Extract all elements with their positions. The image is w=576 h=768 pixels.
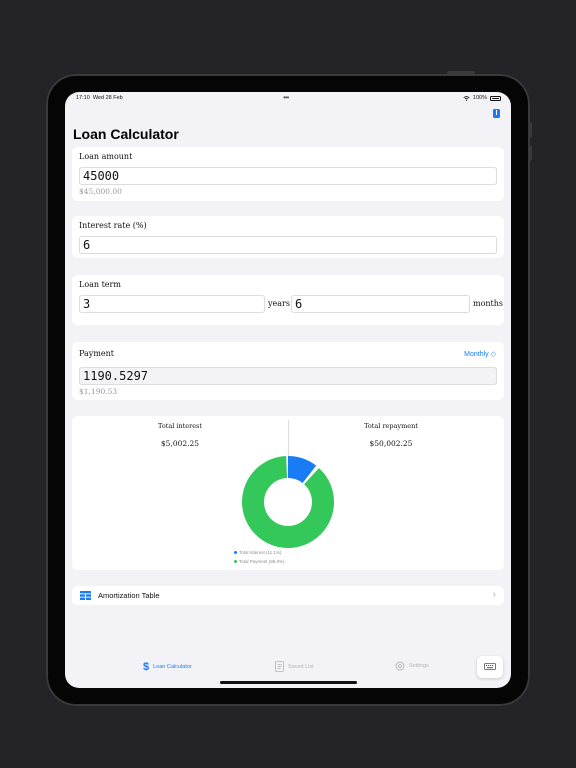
payment-value: 1190.5297 [79, 367, 497, 385]
status-bar: 17:10 Wed 28 Feb ••• 100% [65, 92, 511, 104]
payment-formatted: $1,190.53 [79, 387, 118, 396]
loan-amount-card: Loan amount 45000 $45,000.00 [72, 147, 504, 201]
loan-amount-label: Loan amount [79, 152, 133, 161]
list-icon [275, 661, 284, 672]
app-screen: 17:10 Wed 28 Feb ••• 100% Loan Calculato… [65, 92, 511, 688]
months-unit: months [473, 299, 504, 308]
page-title: Loan Calculator [73, 126, 179, 142]
table-icon [80, 591, 91, 600]
legend-payment-swatch [234, 560, 237, 563]
tab-bar: $ Loan Calculator Saved List Settings [65, 658, 511, 680]
multitasking-dots-icon[interactable]: ••• [283, 93, 289, 102]
legend-interest: Total Interest (11.1%) [234, 550, 281, 555]
tab-settings[interactable]: Settings [395, 661, 429, 671]
home-indicator [220, 681, 357, 684]
legend-payment: Total Payment (88.9%) [234, 559, 285, 564]
years-unit: years [268, 299, 290, 308]
interest-rate-input[interactable]: 6 [79, 236, 497, 254]
loan-term-years-input[interactable]: 3 [79, 295, 265, 313]
loan-term-card: Loan term 3 years 6 months [72, 275, 504, 325]
summary-card: Total interest $5,002.25 Total repayment… [72, 416, 504, 570]
amortization-row[interactable]: Amortization Table › [72, 586, 504, 605]
keyboard-icon [484, 663, 496, 670]
total-interest-value: $5,002.25 [160, 439, 200, 448]
donut-chart [242, 456, 334, 548]
legend-interest-label: Total Interest (11.1%) [239, 550, 282, 555]
legend-interest-swatch [234, 551, 237, 554]
wifi-icon [463, 95, 470, 101]
tab-settings-label: Settings [409, 663, 429, 669]
amortization-label: Amortization Table [98, 591, 160, 600]
chevron-right-icon: › [492, 589, 496, 600]
tab-saved-list-label: Saved List [288, 663, 314, 670]
loan-amount-input[interactable]: 45000 [79, 167, 497, 185]
legend-payment-label: Total Payment (88.9%) [239, 559, 285, 564]
gear-icon [395, 661, 405, 671]
status-right: 100% [463, 95, 501, 101]
tab-saved-list[interactable]: Saved List [275, 661, 314, 672]
payment-frequency-select[interactable]: Monthly ◇ [464, 350, 496, 358]
interest-rate-card: Interest rate (%) 6 [72, 216, 504, 258]
loan-term-label: Loan term [79, 280, 121, 289]
interest-rate-label: Interest rate (%) [79, 221, 147, 230]
battery-percent: 100% [472, 95, 487, 101]
total-repayment-value: $50,002.25 [369, 439, 413, 448]
battery-icon [490, 95, 501, 101]
status-time: 17:10 Wed 28 Feb [76, 95, 123, 101]
payment-label: Payment [79, 349, 114, 358]
keyboard-button[interactable] [477, 656, 503, 678]
loan-term-months-input[interactable]: 6 [291, 295, 470, 313]
total-repayment-label: Total repayment [364, 422, 418, 430]
payment-card: Payment Monthly ◇ 1190.5297 $1,190.53 [72, 342, 504, 400]
tab-loan-calculator[interactable]: $ Loan Calculator [143, 661, 192, 673]
tab-loan-calculator-label: Loan Calculator [153, 664, 192, 670]
dollar-icon: $ [143, 661, 150, 673]
share-icon[interactable] [493, 109, 500, 118]
loan-amount-formatted: $45,000.00 [79, 187, 122, 196]
total-interest-label: Total interest [157, 422, 202, 430]
